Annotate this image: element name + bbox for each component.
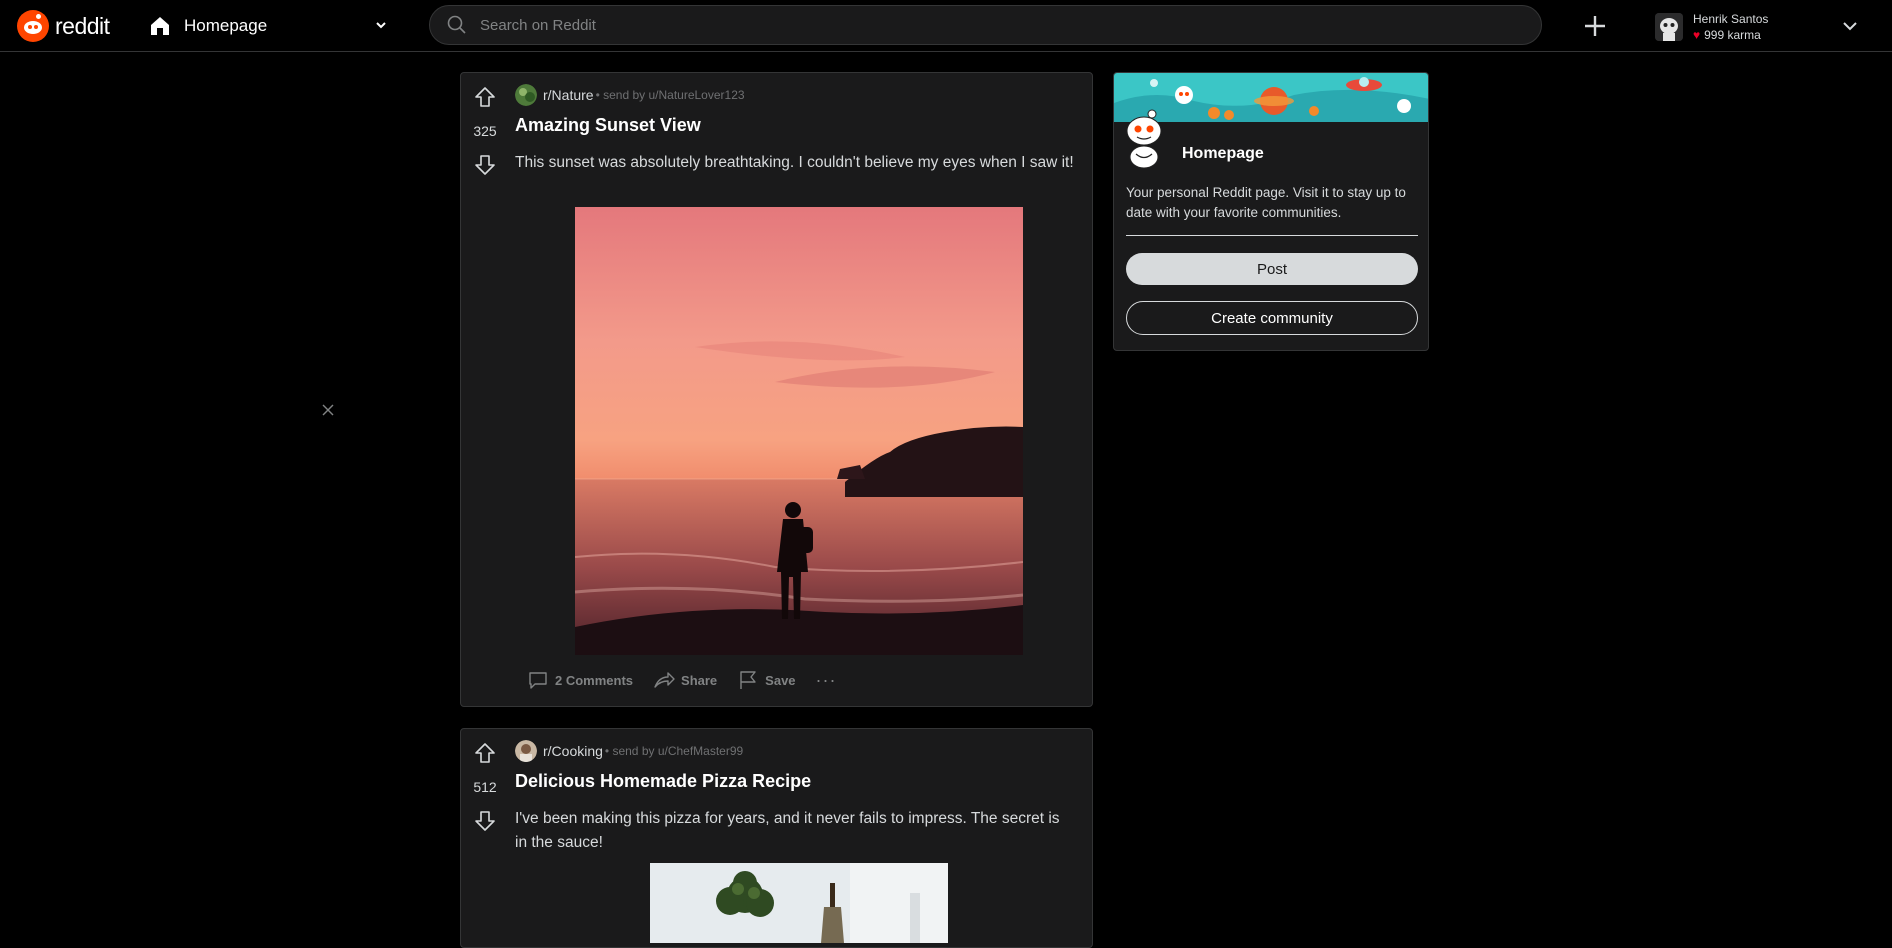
user-menu[interactable]: Henrik Santos ♥ 999 karma — [1655, 9, 1855, 45]
post-image[interactable] — [650, 863, 948, 943]
search-input[interactable] — [480, 16, 1380, 34]
more-options-icon[interactable]: ··· — [816, 670, 837, 691]
plus-icon — [1585, 16, 1605, 36]
vote-score: 325 — [473, 123, 497, 139]
post-button[interactable]: Post — [1126, 253, 1418, 285]
post-author[interactable]: • send by u/NatureLover123 — [596, 88, 745, 102]
sidebar-title: Homepage — [1182, 145, 1264, 162]
home-icon — [151, 17, 169, 35]
reddit-logo[interactable]: reddit — [17, 10, 110, 42]
username: Henrik Santos — [1693, 12, 1769, 26]
top-navigation-bar: reddit Homepage Search on Reddit Henrik … — [0, 0, 1892, 52]
create-community-button[interactable]: Create community — [1126, 301, 1418, 335]
vote-score: 512 — [473, 779, 497, 795]
post-card[interactable]: 325 r/Nature • send by u/NatureLover123 … — [460, 72, 1093, 707]
share-icon — [654, 672, 675, 688]
karma-count: ♥ 999 karma — [1693, 28, 1768, 42]
upvote-icon[interactable] — [473, 85, 497, 109]
save-label: Save — [765, 672, 796, 688]
chevron-down-icon — [376, 22, 386, 29]
share-label: Share — [681, 672, 718, 688]
snoo-logo-icon — [17, 10, 49, 42]
subreddit-avatar[interactable] — [515, 740, 537, 762]
close-icon[interactable] — [320, 402, 336, 418]
subreddit-link[interactable]: r/Cooking — [543, 743, 603, 759]
snoo-mascot-icon — [1122, 109, 1166, 169]
create-post-button[interactable] — [1580, 11, 1610, 41]
avatar — [1655, 13, 1683, 41]
subreddit-avatar[interactable] — [515, 84, 537, 106]
comments-button[interactable]: 2 Comments — [527, 669, 633, 691]
sidebar-description: Your personal Reddit page. Visit it to s… — [1126, 185, 1406, 220]
post-meta: r/Nature • send by u/NatureLover123 — [515, 83, 745, 107]
chevron-down-icon[interactable] — [1841, 17, 1859, 35]
subreddit-link[interactable]: r/Nature — [543, 87, 594, 103]
save-button[interactable]: Save — [737, 669, 796, 691]
karma-label: 999 karma — [1704, 28, 1761, 42]
comment-icon — [529, 672, 547, 689]
post-actions: 2 Comments Share Save ··· — [527, 669, 837, 691]
post-title[interactable]: Delicious Homemade Pizza Recipe — [515, 771, 811, 792]
heart-icon: ♥ — [1693, 28, 1701, 42]
post-body: This sunset was absolutely breathtaking.… — [515, 154, 1074, 171]
downvote-icon[interactable] — [473, 809, 497, 833]
post-image[interactable] — [575, 207, 1023, 655]
post-meta: r/Cooking • send by u/ChefMaster99 — [515, 739, 743, 763]
post-author[interactable]: • send by u/ChefMaster99 — [605, 744, 743, 758]
flag-icon — [740, 671, 756, 689]
divider — [1126, 235, 1418, 236]
search-bar[interactable] — [429, 5, 1542, 45]
search-icon — [447, 15, 466, 34]
post-title[interactable]: Amazing Sunset View — [515, 115, 701, 136]
post-body: I've been making this pizza for years, a… — [515, 810, 1060, 851]
downvote-icon[interactable] — [473, 153, 497, 177]
logo-wordmark: reddit — [55, 12, 110, 39]
upvote-icon[interactable] — [473, 741, 497, 765]
feed-switcher[interactable]: Homepage — [148, 10, 394, 42]
comments-label: 2 Comments — [555, 672, 634, 688]
feed-switcher-label: Homepage — [184, 16, 268, 35]
post-card[interactable]: 512 r/Cooking • send by u/ChefMaster99 D… — [460, 728, 1093, 948]
home-sidebar-card: Homepage Your personal Reddit page. Visi… — [1113, 72, 1429, 351]
share-button[interactable]: Share — [653, 669, 717, 691]
